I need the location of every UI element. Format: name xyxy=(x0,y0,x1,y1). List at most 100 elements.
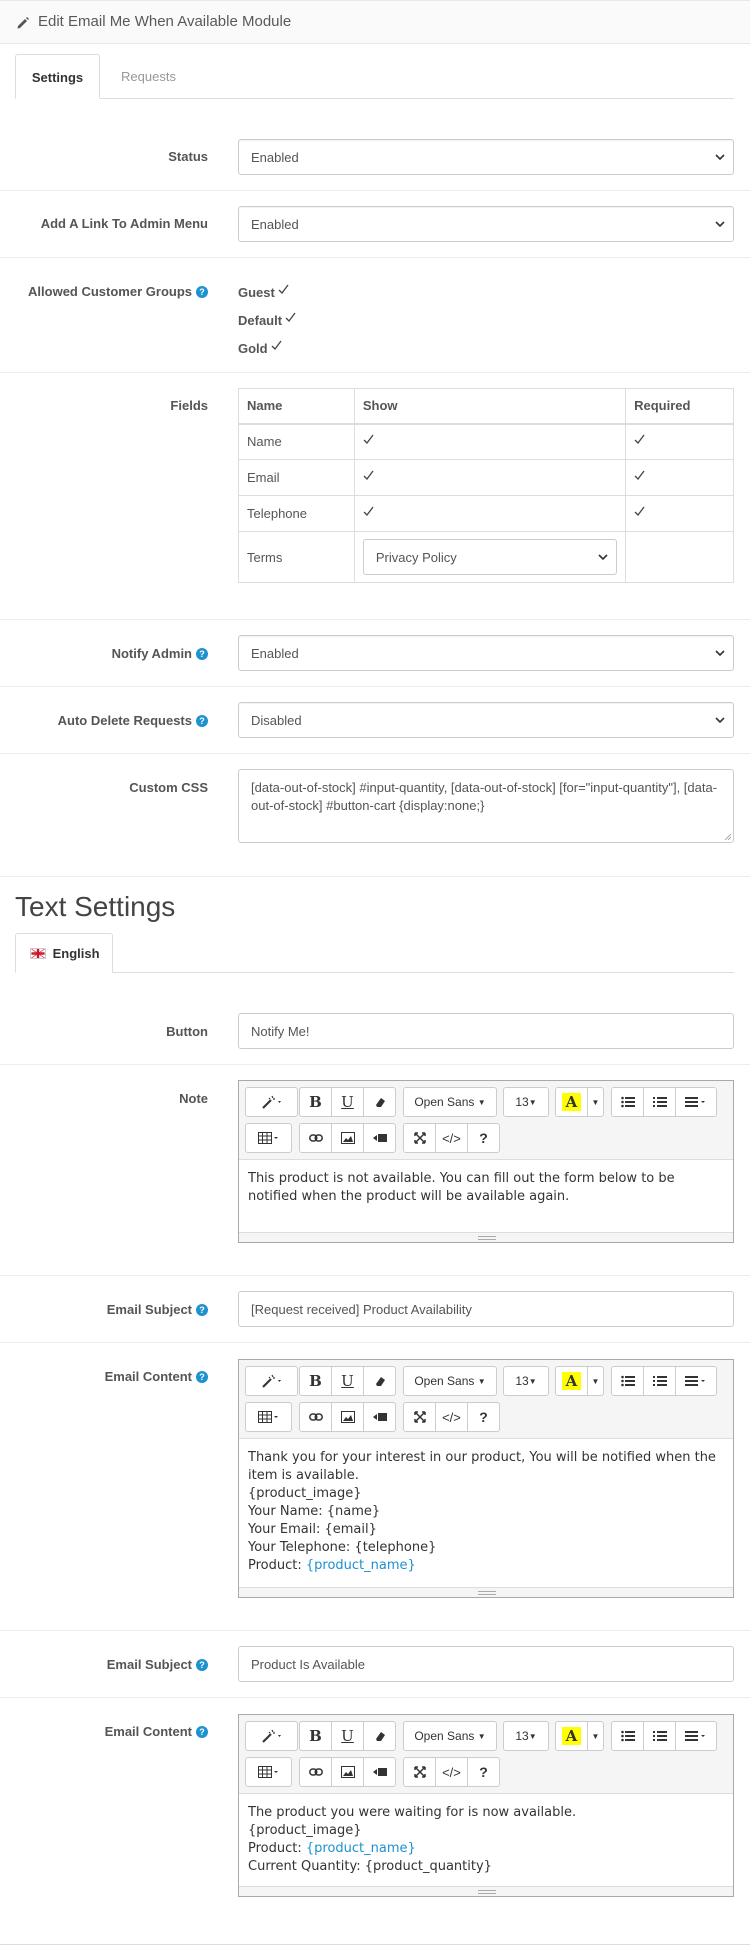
checkmark-icon[interactable] xyxy=(363,506,374,517)
email-subject-input[interactable]: [Request received] Product Availability xyxy=(238,1291,734,1327)
code-view-button[interactable]: </> xyxy=(435,1123,468,1153)
help-button[interactable]: ? xyxy=(467,1123,500,1153)
table-button[interactable] xyxy=(245,1757,292,1787)
magic-style-button[interactable] xyxy=(245,1721,298,1751)
magic-style-button[interactable] xyxy=(245,1366,298,1396)
table-button[interactable] xyxy=(245,1123,292,1153)
color-button[interactable]: A xyxy=(555,1366,588,1396)
fullscreen-button[interactable] xyxy=(403,1757,436,1787)
fullscreen-button[interactable] xyxy=(403,1402,436,1432)
ordered-list-button[interactable] xyxy=(643,1366,676,1396)
link-button[interactable] xyxy=(299,1402,332,1432)
resize-handle-icon[interactable] xyxy=(725,834,731,840)
grip-icon[interactable] xyxy=(478,1591,496,1595)
color-dropdown-button[interactable]: ▼ xyxy=(587,1366,604,1396)
help-icon[interactable]: ? xyxy=(196,1371,208,1383)
font-size-dropdown[interactable]: 13 ▼ xyxy=(503,1721,549,1751)
editor-resize-bar[interactable] xyxy=(239,1886,733,1896)
tab-english[interactable]: English xyxy=(15,933,113,973)
show-checkbox-cell[interactable] xyxy=(353,459,627,496)
link-button[interactable] xyxy=(299,1123,332,1153)
color-dropdown-button[interactable]: ▼ xyxy=(587,1087,604,1117)
video-button[interactable] xyxy=(363,1123,396,1153)
color-dropdown-button[interactable]: ▼ xyxy=(587,1721,604,1751)
help-button[interactable]: ? xyxy=(467,1757,500,1787)
paragraph-align-button[interactable] xyxy=(675,1087,717,1117)
eraser-button[interactable] xyxy=(363,1366,396,1396)
email-subject-input[interactable]: Product Is Available xyxy=(238,1646,734,1682)
editor-resize-bar[interactable] xyxy=(239,1587,733,1597)
checkmark-icon[interactable] xyxy=(634,434,645,445)
bold-button[interactable]: B xyxy=(299,1721,332,1751)
ordered-list-button[interactable] xyxy=(643,1721,676,1751)
checkmark-icon[interactable] xyxy=(285,312,296,323)
unordered-list-button[interactable] xyxy=(611,1366,644,1396)
button-text-input[interactable]: Notify Me! xyxy=(238,1013,734,1049)
eraser-button[interactable] xyxy=(363,1087,396,1117)
terms-select[interactable]: Privacy Policy xyxy=(362,539,617,575)
custom-css-textarea[interactable]: [data-out-of-stock] #input-quantity, [da… xyxy=(238,769,734,843)
help-icon[interactable]: ? xyxy=(196,1726,208,1738)
notify-admin-select[interactable]: Enabled xyxy=(238,635,734,671)
product-name-link[interactable]: {product_name} xyxy=(306,1558,416,1573)
grip-icon[interactable] xyxy=(478,1236,496,1240)
unordered-list-button[interactable] xyxy=(611,1087,644,1117)
customer-group-default[interactable]: Default xyxy=(238,312,296,328)
image-button[interactable] xyxy=(331,1123,364,1153)
grip-icon[interactable] xyxy=(478,1890,496,1894)
required-checkbox-cell[interactable] xyxy=(625,459,734,496)
tab-settings[interactable]: Settings xyxy=(15,54,100,99)
help-icon[interactable]: ? xyxy=(196,648,208,660)
status-select[interactable]: Enabled xyxy=(238,139,734,175)
customer-group-gold[interactable]: Gold xyxy=(238,340,282,356)
required-checkbox-cell[interactable] xyxy=(625,495,734,532)
admin-menu-select[interactable]: Enabled xyxy=(238,206,734,242)
font-name-dropdown[interactable]: Open Sans ▼ xyxy=(403,1721,497,1751)
image-button[interactable] xyxy=(331,1757,364,1787)
link-button[interactable] xyxy=(299,1757,332,1787)
underline-button[interactable]: U xyxy=(331,1366,364,1396)
editor-resize-bar[interactable] xyxy=(239,1232,733,1242)
font-size-dropdown[interactable]: 13 ▼ xyxy=(503,1366,549,1396)
checkmark-icon[interactable] xyxy=(363,434,374,445)
customer-group-guest[interactable]: Guest xyxy=(238,284,289,300)
video-button[interactable] xyxy=(363,1402,396,1432)
product-name-link[interactable]: {product_name} xyxy=(306,1841,416,1856)
table-button[interactable] xyxy=(245,1402,292,1432)
help-icon[interactable]: ? xyxy=(196,1659,208,1671)
fullscreen-button[interactable] xyxy=(403,1123,436,1153)
font-name-dropdown[interactable]: Open Sans ▼ xyxy=(403,1087,497,1117)
email-content-editor-body[interactable]: The product you were waiting for is now … xyxy=(239,1794,733,1876)
paragraph-align-button[interactable] xyxy=(675,1366,717,1396)
magic-style-button[interactable] xyxy=(245,1087,298,1117)
bold-button[interactable]: B xyxy=(299,1087,332,1117)
help-icon[interactable]: ? xyxy=(196,286,208,298)
bold-button[interactable]: B xyxy=(299,1366,332,1396)
email-content-editor-body[interactable]: Thank you for your interest in our produ… xyxy=(239,1439,733,1575)
checkmark-icon[interactable] xyxy=(634,506,645,517)
required-checkbox-cell[interactable] xyxy=(625,423,734,460)
color-button[interactable]: A xyxy=(555,1721,588,1751)
video-button[interactable] xyxy=(363,1757,396,1787)
color-button[interactable]: A xyxy=(555,1087,588,1117)
font-size-dropdown[interactable]: 13 ▼ xyxy=(503,1087,549,1117)
auto-delete-select[interactable]: Disabled xyxy=(238,702,734,738)
ordered-list-button[interactable] xyxy=(643,1087,676,1117)
unordered-list-button[interactable] xyxy=(611,1721,644,1751)
code-view-button[interactable]: </> xyxy=(435,1402,468,1432)
code-view-button[interactable]: </> xyxy=(435,1757,468,1787)
checkmark-icon[interactable] xyxy=(363,470,374,481)
eraser-button[interactable] xyxy=(363,1721,396,1751)
underline-button[interactable]: U xyxy=(331,1721,364,1751)
help-icon[interactable]: ? xyxy=(196,1304,208,1316)
help-button[interactable]: ? xyxy=(467,1402,500,1432)
underline-button[interactable]: U xyxy=(331,1087,364,1117)
show-checkbox-cell[interactable] xyxy=(353,495,627,532)
checkmark-icon[interactable] xyxy=(634,470,645,481)
checkmark-icon[interactable] xyxy=(278,284,289,295)
checkmark-icon[interactable] xyxy=(271,340,282,351)
font-name-dropdown[interactable]: Open Sans ▼ xyxy=(403,1366,497,1396)
tab-requests[interactable]: Requests xyxy=(100,54,197,98)
image-button[interactable] xyxy=(331,1402,364,1432)
show-checkbox-cell[interactable] xyxy=(353,423,627,460)
